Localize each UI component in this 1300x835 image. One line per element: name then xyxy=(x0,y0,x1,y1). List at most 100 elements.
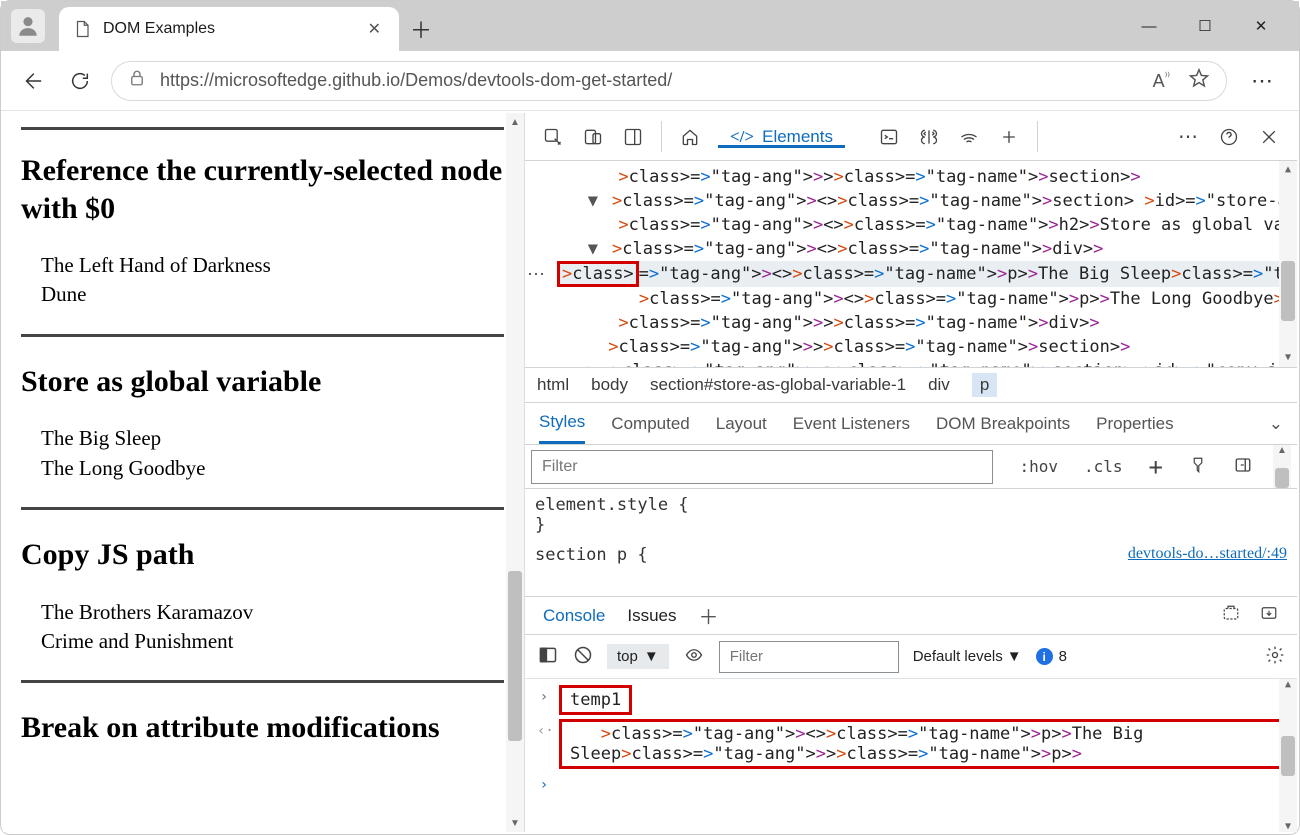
sources-panel-button[interactable] xyxy=(911,119,947,155)
devtools-close-button[interactable] xyxy=(1251,119,1287,155)
dom-node[interactable]: >class>=>"tag-ang">><>>class>=>"tag-name… xyxy=(557,213,1279,237)
dom-node[interactable]: ▶ >class>=>"tag-ang">><>>class>=>"tag-na… xyxy=(557,359,1279,367)
page-scrollbar[interactable]: ▲ ▼ xyxy=(506,113,524,832)
dom-node[interactable]: ▼ >class>=>"tag-ang">><>>class>=>"tag-na… xyxy=(557,189,1279,213)
console-panel-button[interactable] xyxy=(871,119,907,155)
styles-tab[interactable]: Event Listeners xyxy=(793,414,910,434)
dom-node[interactable]: ⋯ >class>=>"tag-ang">><>>class>=>"tag-na… xyxy=(557,261,1279,287)
styles-tab[interactable]: Computed xyxy=(611,414,689,434)
profile-button[interactable] xyxy=(11,9,45,43)
styles-filter-input[interactable]: Filter xyxy=(531,450,993,484)
console-context-selector[interactable]: top▼ xyxy=(607,644,669,669)
favorite-icon[interactable] xyxy=(1188,67,1210,94)
breadcrumb-item[interactable]: body xyxy=(591,375,628,395)
breadcrumb-item[interactable]: html xyxy=(537,375,569,395)
welcome-tab[interactable] xyxy=(672,119,708,155)
chevron-down-icon: ▼ xyxy=(1007,648,1022,665)
window-controls: — ☐ ✕ xyxy=(1135,1,1293,51)
dom-node[interactable]: >class>=>"tag-ang">>>>class>=>"tag-name"… xyxy=(557,311,1279,335)
elements-tab[interactable]: </> Elements xyxy=(712,127,851,147)
issues-counter[interactable]: i 8 xyxy=(1036,648,1067,665)
devtools-pane: </> Elements ⋯ >class>=>"tag-ang">> xyxy=(525,113,1297,832)
window-maximize[interactable]: ☐ xyxy=(1191,17,1219,35)
section-heading: Store as global variable xyxy=(21,363,504,401)
dom-node[interactable]: ▼ >class>=>"tag-ang">><>>class>=>"tag-na… xyxy=(557,237,1279,261)
log-levels-selector[interactable]: Default levels ▼ xyxy=(913,648,1022,665)
inspect-element-button[interactable] xyxy=(535,119,571,155)
element-style-open: element.style { xyxy=(535,495,1287,515)
new-style-rule-button[interactable]: + xyxy=(1143,453,1169,481)
console-output[interactable]: ›temp1‹· >class>=>"tag-ang">><>>class>=>… xyxy=(525,679,1297,832)
back-button[interactable] xyxy=(15,64,49,98)
styles-tab[interactable]: Styles xyxy=(539,403,585,444)
console-tab[interactable]: Console xyxy=(543,606,605,626)
dom-node[interactable]: >class>=>"tag-ang">><>>class>=>"tag-name… xyxy=(557,287,1279,311)
styles-tabs-overflow[interactable]: ⌄ xyxy=(1269,414,1283,434)
browser-tab-active[interactable]: DOM Examples ✕ xyxy=(59,7,399,51)
breadcrumb-item[interactable]: p xyxy=(972,373,997,397)
scroll-up-icon[interactable]: ▲ xyxy=(506,113,524,131)
scroll-down-icon[interactable]: ▼ xyxy=(506,814,524,832)
styles-tab[interactable]: Properties xyxy=(1096,414,1173,434)
issues-count: 8 xyxy=(1059,648,1067,665)
styles-scrollbar[interactable]: ▲ xyxy=(1273,445,1291,488)
dom-breadcrumb[interactable]: html body section#store-as-global-variable… xyxy=(525,367,1297,403)
address-bar[interactable]: https://microsoftedge.github.io/Demos/de… xyxy=(111,61,1227,101)
console-settings-button[interactable] xyxy=(1265,645,1285,669)
tab-close-button[interactable]: ✕ xyxy=(364,15,385,43)
list-item: Crime and Punishment xyxy=(41,627,504,656)
devtools-help-button[interactable] xyxy=(1211,119,1247,155)
drawer-collapse-icon[interactable] xyxy=(1259,604,1279,627)
dom-tree[interactable]: >class>=>"tag-ang">>>>class>=>"tag-name"… xyxy=(525,161,1297,367)
page-section: Break on attribute modifications xyxy=(21,709,504,747)
console-output-row: ‹· >class>=>"tag-ang">><>>class>=>"tag-n… xyxy=(525,717,1297,771)
dom-scrollbar[interactable]: ▲ ▼ xyxy=(1279,161,1297,367)
styles-rules[interactable]: element.style { } section p { devtools-d… xyxy=(525,489,1297,597)
device-emulation-button[interactable] xyxy=(575,119,611,155)
styles-tab[interactable]: DOM Breakpoints xyxy=(936,414,1070,434)
lock-icon xyxy=(128,69,146,92)
dock-side-button[interactable] xyxy=(615,119,651,155)
drawer-add-tab[interactable]: ＋ xyxy=(699,601,719,630)
page-body: Reference the currently-selected node wi… xyxy=(3,113,506,832)
computed-sidebar-toggle-icon[interactable] xyxy=(1227,456,1259,478)
issues-tab[interactable]: Issues xyxy=(627,606,676,626)
drawer-tabstrip: Console Issues ＋ xyxy=(525,597,1297,635)
styles-tab[interactable]: Layout xyxy=(716,414,767,434)
new-tab-button[interactable]: ＋ xyxy=(399,7,443,51)
address-bar-actions: A⁾⁾ xyxy=(1153,67,1210,94)
cls-toggle[interactable]: .cls xyxy=(1078,457,1129,476)
list-item: Dune xyxy=(41,280,504,309)
browser-menu-button[interactable]: ⋯ xyxy=(1241,68,1285,94)
drawer-expand-icon[interactable] xyxy=(1221,604,1241,627)
page-section: Store as global variable The Big Sleep T… xyxy=(21,363,504,483)
console-prompt[interactable]: › xyxy=(525,771,1297,795)
css-source-link[interactable]: devtools-do…started/:49 xyxy=(1128,545,1287,563)
url-text: https://microsoftedge.github.io/Demos/de… xyxy=(160,70,1125,91)
dom-node[interactable]: >class>=>"tag-ang">>>>class>=>"tag-name"… xyxy=(557,165,1279,189)
clear-console-button[interactable] xyxy=(573,645,593,669)
scroll-thumb[interactable] xyxy=(508,571,522,741)
network-panel-button[interactable] xyxy=(951,119,987,155)
tab-label: Elements xyxy=(762,127,833,147)
window-close[interactable]: ✕ xyxy=(1247,17,1275,35)
toggle-common-rendering-icon[interactable] xyxy=(1183,456,1213,478)
content-area: Reference the currently-selected node wi… xyxy=(3,113,1297,832)
dom-node[interactable]: >class>=>"tag-ang">>>>class>=>"tag-name"… xyxy=(557,335,1279,359)
read-aloud-icon[interactable]: A⁾⁾ xyxy=(1153,70,1170,92)
hov-toggle[interactable]: :hov xyxy=(1013,457,1064,476)
window-minimize[interactable]: — xyxy=(1135,18,1163,35)
live-expression-button[interactable] xyxy=(683,646,705,668)
add-panel-button[interactable] xyxy=(991,119,1027,155)
page-pane: Reference the currently-selected node wi… xyxy=(3,113,525,832)
breadcrumb-item[interactable]: div xyxy=(928,375,950,395)
console-scrollbar[interactable]: ▲▼ xyxy=(1279,679,1297,832)
console-filter-input[interactable]: Filter xyxy=(719,641,899,673)
list-item: The Long Goodbye xyxy=(41,454,504,483)
breadcrumb-item[interactable]: section#store-as-global-variable-1 xyxy=(650,375,906,395)
console-sidebar-toggle[interactable] xyxy=(537,645,559,669)
devtools-more-button[interactable]: ⋯ xyxy=(1171,119,1207,155)
list-item: The Left Hand of Darkness xyxy=(41,251,504,280)
refresh-button[interactable] xyxy=(63,64,97,98)
section-heading: Reference the currently-selected node wi… xyxy=(21,152,504,227)
